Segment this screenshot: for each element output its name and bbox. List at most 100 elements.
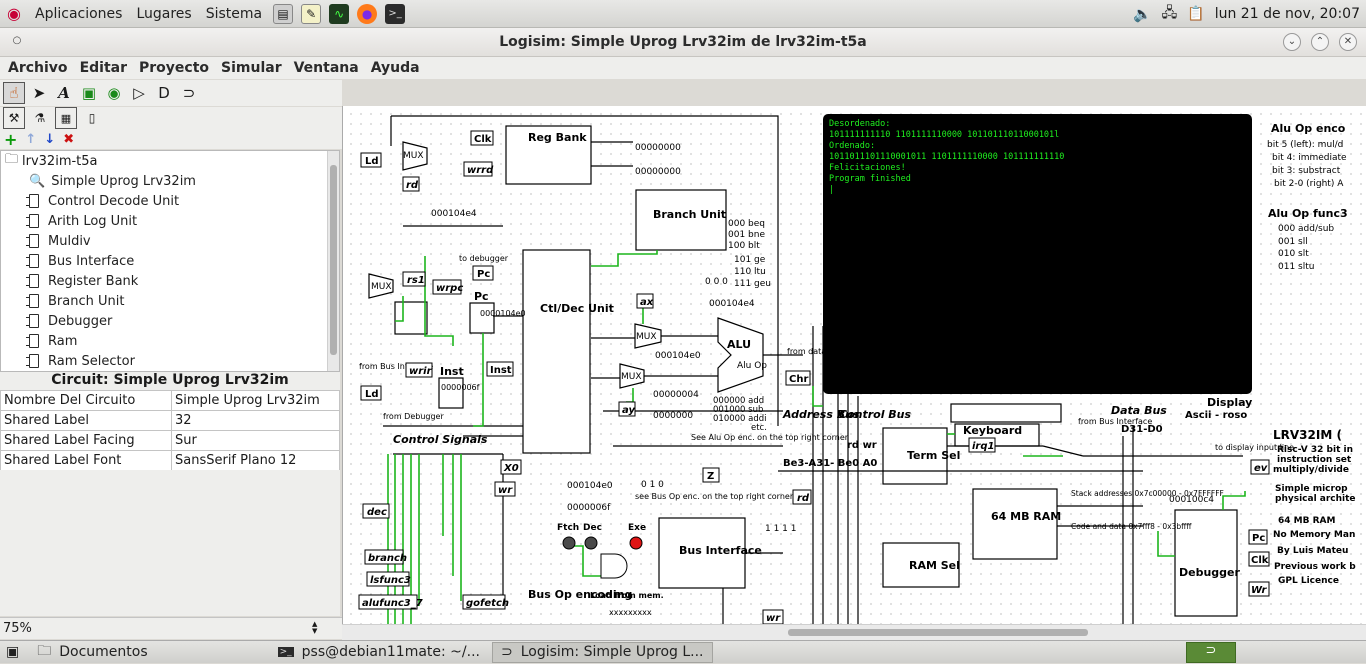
- wr-pin-2[interactable]: wr: [766, 613, 781, 624]
- task-documentos[interactable]: 🗀 Documentos: [29, 642, 155, 663]
- simulation-tree-icon[interactable]: ⚗: [29, 107, 51, 129]
- tree-item-arith-log-unit[interactable]: Arith Log Unit: [1, 211, 339, 231]
- panel-clock[interactable]: lun 21 de nov, 20:07: [1215, 6, 1360, 22]
- tree-item-ram[interactable]: Ram: [1, 331, 339, 351]
- irq1-pin[interactable]: irq1: [972, 441, 994, 452]
- minimize-button[interactable]: ⌄: [1283, 33, 1301, 51]
- tree-item-register-bank[interactable]: Register Bank: [1, 271, 339, 291]
- clipboard-icon[interactable]: 📋: [1187, 6, 1204, 22]
- panel-menu-system[interactable]: Sistema: [199, 6, 269, 22]
- menu-simular[interactable]: Simular: [215, 60, 288, 76]
- input-pin-icon[interactable]: ▣: [78, 82, 100, 104]
- add-circuit-icon[interactable]: +: [4, 130, 17, 149]
- layout-view-icon[interactable]: ▦: [55, 107, 77, 129]
- panel-menu-places[interactable]: Lugares: [129, 6, 198, 22]
- z-pin[interactable]: Z: [707, 471, 714, 482]
- task-terminal[interactable]: >_ pss@debian11mate: ~/...: [270, 642, 488, 663]
- pc-pin-2[interactable]: Pc: [1252, 533, 1265, 544]
- circuit-canvas[interactable]: Reg Bank Branch Unit Ctl/Dec Unit ALU Al…: [342, 106, 1366, 640]
- volume-icon[interactable]: 🔈: [1133, 5, 1152, 23]
- branch-pin[interactable]: branch: [368, 553, 407, 564]
- property-row[interactable]: Shared Label Facing Sur: [0, 430, 340, 451]
- subcircuit-icon: [26, 254, 39, 268]
- workspace-switcher[interactable]: ⊃: [1186, 642, 1236, 663]
- ld-pin-2[interactable]: Ld: [365, 389, 379, 400]
- and-gate-icon[interactable]: D: [153, 82, 175, 104]
- property-value[interactable]: Simple Uprog Lrv32im: [171, 390, 340, 411]
- inst-pin[interactable]: Inst: [490, 365, 512, 376]
- rs1-pin[interactable]: rs1: [407, 275, 425, 286]
- poke-hand-icon[interactable]: ☝: [3, 82, 25, 104]
- network-icon[interactable]: 🖧: [1162, 2, 1178, 26]
- menu-proyecto[interactable]: Proyecto: [133, 60, 215, 76]
- tree-item-debugger[interactable]: Debugger: [1, 311, 339, 331]
- panel-menu-applications[interactable]: Aplicaciones: [28, 6, 129, 22]
- wrpc-pin[interactable]: wrpc: [436, 283, 463, 294]
- property-row[interactable]: Nombre Del Circuito Simple Uprog Lrv32im: [0, 390, 340, 411]
- menu-ventana[interactable]: Ventana: [288, 60, 365, 76]
- appearance-view-icon[interactable]: ▯: [81, 107, 103, 129]
- task-logisim[interactable]: ⊃ Logisim: Simple Uprog L...: [491, 641, 713, 663]
- ld-pin[interactable]: Ld: [365, 156, 379, 167]
- select-arrow-icon[interactable]: ➤: [28, 82, 50, 104]
- system-monitor-launcher-icon[interactable]: ∿: [329, 3, 350, 24]
- tree-item-simple-uprog[interactable]: 🔍 Simple Uprog Lrv32im: [1, 171, 339, 191]
- text-tool-icon[interactable]: A: [53, 82, 75, 104]
- menu-editar[interactable]: Editar: [74, 60, 133, 76]
- debian-menu-icon[interactable]: ◉: [4, 4, 24, 24]
- ay-pin[interactable]: ay: [622, 405, 635, 416]
- tree-item-muldiv[interactable]: Muldiv: [1, 231, 339, 251]
- lsfunc3-pin[interactable]: lsfunc3: [370, 575, 411, 586]
- property-value[interactable]: 32: [171, 410, 340, 431]
- property-row[interactable]: Shared Label Font SansSerif Plano 12: [0, 450, 340, 471]
- not-gate-icon[interactable]: ▷: [128, 82, 150, 104]
- tree-scrollbar-thumb[interactable]: [330, 165, 337, 355]
- property-value[interactable]: Sur: [171, 430, 340, 451]
- pc-pin[interactable]: Pc: [477, 269, 490, 280]
- canvas-scrollbar-thumb[interactable]: [788, 629, 1088, 636]
- tree-scrollbar[interactable]: [327, 151, 339, 371]
- close-button[interactable]: ✕: [1339, 33, 1357, 51]
- tree-item-control-decode-unit[interactable]: Control Decode Unit: [1, 191, 339, 211]
- output-pin-icon[interactable]: ◉: [103, 82, 125, 104]
- wrir-pin[interactable]: wrir: [409, 366, 433, 377]
- wrrd-pin[interactable]: wrrd: [467, 165, 494, 176]
- file-manager-launcher-icon[interactable]: ▤: [273, 3, 294, 24]
- menu-ayuda[interactable]: Ayuda: [365, 60, 426, 76]
- zoom-value[interactable]: 75%: [3, 621, 32, 636]
- tree-item-branch-unit[interactable]: Branch Unit: [1, 291, 339, 311]
- tree-item-bus-interface[interactable]: Bus Interface: [1, 251, 339, 271]
- tree-root[interactable]: 🗀 lrv32im-t5a: [1, 151, 339, 171]
- task-label: pss@debian11mate: ~/...: [301, 644, 480, 660]
- rd-pin[interactable]: rd: [406, 180, 419, 191]
- ax-pin[interactable]: ax: [640, 297, 654, 308]
- delete-circuit-icon[interactable]: ✖: [63, 132, 74, 147]
- zoom-spinner-icon[interactable]: ▲ ▼: [312, 621, 317, 635]
- or-gate-icon[interactable]: ⊃: [178, 82, 200, 104]
- show-desktop-icon[interactable]: ▣: [0, 642, 25, 663]
- dec-pin[interactable]: dec: [367, 507, 387, 518]
- alufunc3-7-pin[interactable]: alufunc3_7: [362, 598, 423, 609]
- wr-pin-3[interactable]: Wr: [1251, 585, 1267, 596]
- rd-pin-2[interactable]: rd: [797, 493, 810, 504]
- maximize-button[interactable]: ⌃: [1311, 33, 1329, 51]
- terminal-launcher-icon[interactable]: >_: [385, 3, 406, 24]
- wr-pin[interactable]: wr: [498, 485, 513, 496]
- clk-pin-2[interactable]: Clk: [1251, 555, 1269, 566]
- window-titlebar[interactable]: ○ Logisim: Simple Uprog Lrv32im de lrv32…: [0, 28, 1366, 57]
- canvas-horizontal-scrollbar[interactable]: [342, 624, 1366, 640]
- clk-pin[interactable]: Clk: [474, 134, 492, 145]
- move-up-icon[interactable]: ↑: [25, 132, 36, 147]
- text-editor-launcher-icon[interactable]: ✎: [301, 3, 322, 24]
- property-value[interactable]: SansSerif Plano 12: [171, 450, 340, 471]
- gofetch-pin[interactable]: gofetch: [466, 598, 509, 609]
- chr-pin[interactable]: Chr: [789, 374, 808, 385]
- property-row[interactable]: Shared Label 32: [0, 410, 340, 431]
- ev-pin[interactable]: ev: [1254, 463, 1268, 474]
- move-down-icon[interactable]: ↓: [44, 132, 55, 147]
- toolbox-view-icon[interactable]: ⚒: [3, 107, 25, 129]
- menu-archivo[interactable]: Archivo: [2, 60, 74, 76]
- tree-item-ram-selector[interactable]: Ram Selector: [1, 351, 339, 371]
- firefox-launcher-icon[interactable]: ●: [357, 3, 378, 24]
- x0-pin[interactable]: X0: [503, 463, 519, 474]
